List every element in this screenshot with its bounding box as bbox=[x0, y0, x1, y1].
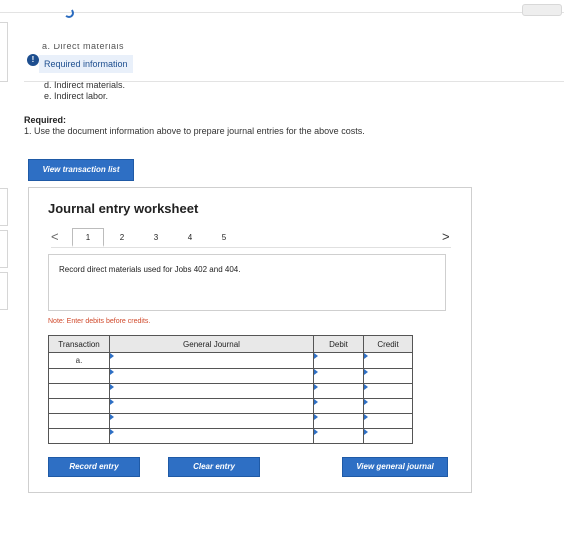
transaction-cell bbox=[48, 368, 110, 384]
table-row bbox=[48, 383, 413, 399]
entry-note: Note: Enter debits before credits. bbox=[48, 318, 151, 325]
column-header-general-journal: General Journal bbox=[109, 335, 314, 353]
debit-input[interactable] bbox=[313, 428, 364, 444]
left-rail-tab[interactable] bbox=[0, 22, 8, 82]
page-tab-5[interactable]: 5 bbox=[218, 233, 230, 242]
account-input[interactable] bbox=[109, 352, 314, 369]
table-row bbox=[48, 428, 413, 444]
page-tab-3[interactable]: 3 bbox=[150, 233, 162, 242]
debit-input[interactable] bbox=[313, 398, 364, 414]
top-right-button[interactable] bbox=[522, 4, 562, 16]
page-tab-1[interactable]: 1 bbox=[72, 228, 104, 247]
record-entry-button[interactable]: Record entry bbox=[48, 457, 140, 477]
left-rail-tab[interactable] bbox=[0, 272, 8, 310]
table-row bbox=[48, 368, 413, 384]
table-row bbox=[48, 398, 413, 414]
required-info-cut-text: a. Direct materials bbox=[42, 44, 125, 50]
debit-input[interactable] bbox=[313, 352, 364, 369]
table-row bbox=[48, 413, 413, 429]
credit-input[interactable] bbox=[363, 428, 413, 444]
column-header-debit: Debit bbox=[313, 335, 364, 353]
transaction-cell bbox=[48, 398, 110, 414]
required-information-tab[interactable]: Required information bbox=[39, 55, 133, 73]
journal-entry-worksheet: Journal entry worksheet < 1 2 3 4 5 > Re… bbox=[28, 187, 472, 493]
view-transaction-list-button[interactable]: View transaction list bbox=[28, 159, 134, 181]
journal-entry-table: Transaction General Journal Debit Credit… bbox=[48, 335, 413, 444]
required-information-banner: ! Required information bbox=[24, 54, 564, 82]
page-tab-4[interactable]: 4 bbox=[184, 233, 196, 242]
progress-ring-icon bbox=[64, 8, 74, 18]
top-divider bbox=[0, 4, 564, 18]
account-input[interactable] bbox=[109, 368, 314, 384]
debit-input[interactable] bbox=[313, 368, 364, 384]
chevron-left-icon[interactable]: < bbox=[51, 229, 59, 244]
required-instructions: 1. Use the document information above to… bbox=[24, 126, 365, 136]
entry-description: Record direct materials used for Jobs 40… bbox=[59, 265, 241, 274]
chevron-right-icon[interactable]: > bbox=[442, 229, 450, 244]
transaction-cell: a. bbox=[48, 352, 110, 369]
transaction-cell bbox=[48, 383, 110, 399]
list-item: e. Indirect labor. bbox=[44, 91, 109, 101]
list-item: d. Indirect materials. bbox=[44, 80, 126, 90]
transaction-cell bbox=[48, 413, 110, 429]
account-input[interactable] bbox=[109, 428, 314, 444]
account-input[interactable] bbox=[109, 383, 314, 399]
credit-input[interactable] bbox=[363, 413, 413, 429]
alert-icon: ! bbox=[27, 54, 39, 66]
clear-entry-button[interactable]: Clear entry bbox=[168, 457, 260, 477]
debit-input[interactable] bbox=[313, 413, 364, 429]
account-input[interactable] bbox=[109, 413, 314, 429]
left-rail-tab[interactable] bbox=[0, 230, 8, 268]
table-row: a. bbox=[48, 352, 413, 369]
transaction-cell bbox=[48, 428, 110, 444]
credit-input[interactable] bbox=[363, 368, 413, 384]
worksheet-title: Journal entry worksheet bbox=[48, 201, 199, 216]
column-header-transaction: Transaction bbox=[48, 335, 110, 353]
debit-input[interactable] bbox=[313, 383, 364, 399]
credit-input[interactable] bbox=[363, 383, 413, 399]
pager-divider bbox=[51, 247, 451, 248]
column-header-credit: Credit bbox=[363, 335, 413, 353]
left-rail-tab[interactable] bbox=[0, 188, 8, 226]
page-tab-2[interactable]: 2 bbox=[116, 233, 128, 242]
view-general-journal-button[interactable]: View general journal bbox=[342, 457, 448, 477]
required-heading: Required: bbox=[24, 115, 67, 125]
credit-input[interactable] bbox=[363, 398, 413, 414]
account-input[interactable] bbox=[109, 398, 314, 414]
credit-input[interactable] bbox=[363, 352, 413, 369]
entry-description-box: Record direct materials used for Jobs 40… bbox=[48, 254, 446, 311]
